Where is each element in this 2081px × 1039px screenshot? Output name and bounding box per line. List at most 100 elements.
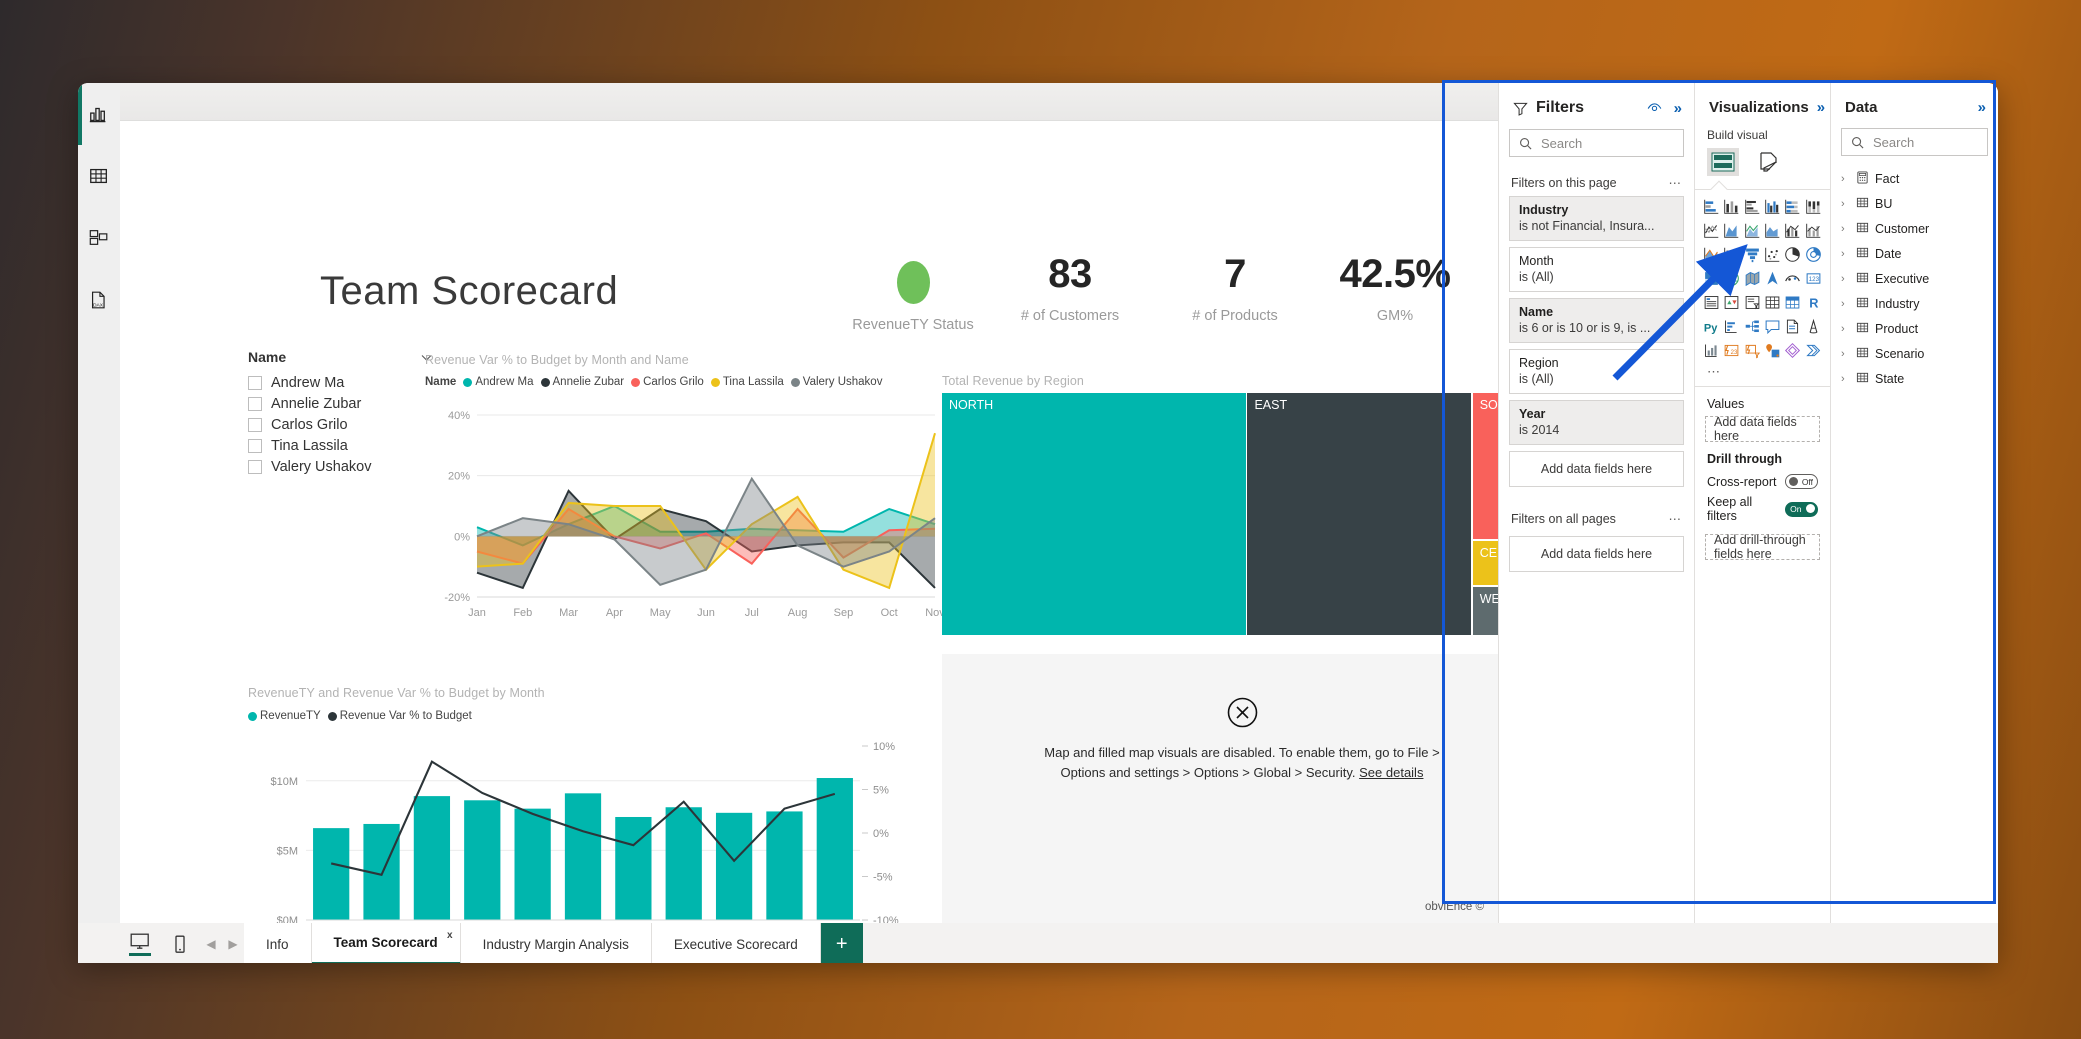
legend-item[interactable]: Revenue Var % to Budget — [328, 710, 472, 722]
svg-text:Aug: Aug — [788, 607, 808, 619]
kpi-label: # of Customers — [995, 308, 1145, 324]
checkbox[interactable] — [248, 397, 262, 411]
list-item[interactable]: Valery Ushakov — [248, 456, 433, 477]
treemap-node[interactable]: EAST — [1247, 393, 1470, 635]
legend-item[interactable]: Carlos Grilo — [631, 376, 704, 388]
page-tab-team-scorecard[interactable]: Team Scorecard x — [312, 923, 461, 963]
prev-page-button[interactable]: ◀ — [200, 923, 222, 963]
kpi-value: 83 — [995, 253, 1145, 295]
combo-chart-revenuety-visual[interactable]: RevenueTY and Revenue Var % to Budget by… — [248, 686, 948, 923]
add-page-button[interactable]: + — [821, 923, 863, 963]
annotation-highlight-box — [1442, 80, 1996, 904]
dax-query-icon: DAX — [88, 289, 110, 311]
map-visual-disabled[interactable]: Map and filled map visuals are disabled.… — [942, 654, 1498, 923]
rail-item-table-view[interactable] — [78, 145, 120, 207]
visual-title: Total Revenue by Region — [942, 374, 1498, 388]
page-tab-label: Info — [266, 937, 289, 952]
legend-item[interactable]: RevenueTY — [248, 710, 321, 722]
svg-text:0%: 0% — [454, 531, 470, 543]
mobile-layout-button[interactable] — [160, 923, 200, 963]
legend-item[interactable]: Valery Ushakov — [791, 376, 883, 388]
slicer-title: Name — [248, 349, 286, 365]
mobile-layout-icon — [173, 935, 187, 954]
line-chart-revenue-var-visual[interactable]: Revenue Var % to Budget by Month and Nam… — [425, 353, 945, 643]
list-item-label: Andrew Ma — [271, 375, 344, 391]
rail-selection-indicator — [78, 83, 82, 145]
legend-label: Valery Ushakov — [803, 376, 883, 388]
treemap-node[interactable]: NORTH — [942, 393, 1246, 635]
list-item-label: Annelie Zubar — [271, 396, 361, 412]
chart-legend: RevenueTY Revenue Var % to Budget — [248, 710, 948, 722]
svg-text:10%: 10% — [873, 741, 895, 753]
model-icon — [88, 227, 110, 249]
rail-item-report-view[interactable] — [78, 83, 120, 145]
list-item-label: Valery Ushakov — [271, 459, 371, 475]
page-tab-label: Executive Scorecard — [674, 937, 798, 952]
checkbox[interactable] — [248, 418, 262, 432]
checkbox[interactable] — [248, 376, 262, 390]
visual-title: Revenue Var % to Budget by Month and Nam… — [425, 353, 945, 367]
list-item[interactable]: Andrew Ma — [248, 372, 433, 393]
legend-label: Revenue Var % to Budget — [340, 710, 472, 722]
treemap-node-label: EAST — [1254, 398, 1287, 412]
treemap-node-label: NORTH — [949, 398, 993, 412]
kpi-num-customers: 83 # of Customers — [995, 253, 1145, 324]
svg-text:-10%: -10% — [873, 915, 899, 923]
rail-item-dax-query-view[interactable]: DAX — [78, 269, 120, 331]
visual-title: RevenueTY and Revenue Var % to Budget by… — [248, 686, 948, 700]
svg-text:$5M: $5M — [277, 845, 298, 857]
page-tab-bar: ◀ ▶ Info Team Scorecard x Industry Margi… — [120, 923, 1998, 963]
kpi-label: RevenueTY Status — [843, 317, 983, 333]
svg-text:5%: 5% — [873, 785, 889, 797]
next-page-button[interactable]: ▶ — [222, 923, 244, 963]
legend-label: Carlos Grilo — [643, 376, 704, 388]
legend-item[interactable]: Andrew Ma — [463, 376, 533, 388]
desktop-layout-button[interactable] — [120, 923, 160, 963]
svg-text:Jun: Jun — [697, 607, 715, 619]
page-tab-industry-margin-analysis[interactable]: Industry Margin Analysis — [461, 923, 652, 963]
legend-item[interactable]: Tina Lassila — [711, 376, 784, 388]
treemap-plot: NORTHEASTSOUTHCENTRALWEST — [942, 393, 1498, 635]
slicer-list: Andrew Ma Annelie Zubar Carlos Grilo Tin… — [248, 372, 433, 477]
svg-text:Apr: Apr — [606, 607, 623, 619]
svg-text:Jan: Jan — [468, 607, 486, 619]
kpi-revenuety-status: RevenueTY Status — [843, 261, 983, 333]
svg-text:Feb: Feb — [513, 607, 532, 619]
svg-text:DAX: DAX — [93, 302, 104, 308]
circle-x-icon — [1226, 696, 1259, 729]
chart-legend: Name Andrew Ma Annelie Zubar Carlos Gril… — [425, 376, 945, 388]
svg-text:Jul: Jul — [745, 607, 759, 619]
svg-text:20%: 20% — [448, 471, 470, 483]
list-item[interactable]: Carlos Grilo — [248, 414, 433, 435]
list-item[interactable]: Annelie Zubar — [248, 393, 433, 414]
svg-text:Sep: Sep — [834, 607, 854, 619]
slicer-header: Name — [248, 349, 433, 365]
page-tab-label: Team Scorecard — [334, 935, 438, 950]
list-item[interactable]: Tina Lassila — [248, 435, 433, 456]
table-icon — [88, 165, 110, 187]
status-indicator-dot — [897, 261, 930, 304]
kpi-label: # of Products — [1160, 308, 1310, 324]
checkbox[interactable] — [248, 460, 262, 474]
svg-text:Oct: Oct — [881, 607, 898, 619]
map-disabled-message: Map and filled map visuals are disabled.… — [1027, 743, 1457, 783]
legend-label: Andrew Ma — [475, 376, 533, 388]
page-tab-info[interactable]: Info — [244, 923, 312, 963]
svg-text:Mar: Mar — [559, 607, 578, 619]
treemap-total-revenue-visual[interactable]: Total Revenue by Region NORTHEASTSOUTHCE… — [942, 374, 1498, 639]
rail-item-model-view[interactable] — [78, 207, 120, 269]
page-tab-label: Industry Margin Analysis — [483, 937, 629, 952]
legend-label: Tina Lassila — [723, 376, 784, 388]
legend-item[interactable]: Annelie Zubar — [541, 376, 625, 388]
report-canvas-area: Team Scorecard RevenueTY Status 83 # of … — [120, 121, 1498, 923]
see-details-link[interactable]: See details — [1359, 765, 1423, 780]
close-icon[interactable]: x — [447, 930, 453, 941]
svg-text:-20%: -20% — [444, 592, 470, 604]
page-tab-executive-scorecard[interactable]: Executive Scorecard — [652, 923, 821, 963]
svg-text:May: May — [650, 607, 671, 619]
list-item-label: Carlos Grilo — [271, 417, 348, 433]
name-slicer[interactable]: Name Andrew Ma Annelie Zubar Carlos Gril… — [248, 349, 433, 477]
bar-chart-icon — [88, 103, 110, 125]
checkbox[interactable] — [248, 439, 262, 453]
legend-label: RevenueTY — [260, 710, 321, 722]
